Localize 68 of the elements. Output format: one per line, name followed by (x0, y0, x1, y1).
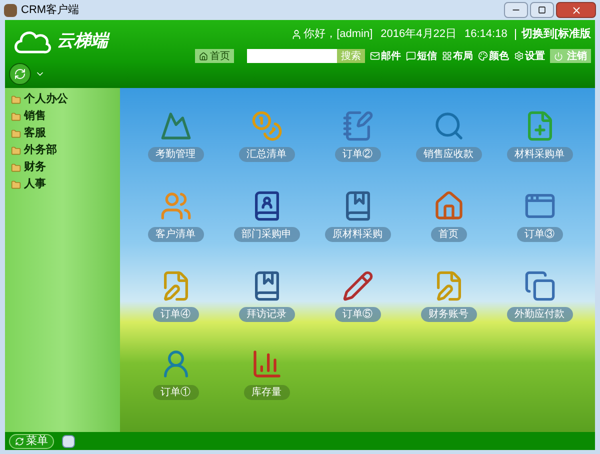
sidebar-item[interactable]: 客服 (5, 125, 120, 142)
sidebar-item[interactable]: 财务 (5, 159, 120, 176)
toolbar-button[interactable]: 颜色 (478, 48, 509, 64)
close-icon (570, 4, 582, 16)
home-button[interactable]: 首页 (195, 49, 234, 63)
folder-icon (11, 180, 21, 190)
folder-icon (11, 146, 21, 156)
search-button[interactable]: 搜索 (337, 49, 365, 63)
shortcut-label[interactable]: 首页 (430, 227, 466, 242)
shortcut-label[interactable]: 考勤管理 (148, 147, 204, 162)
shortcut-label[interactable]: 订单④ (152, 307, 198, 322)
settings-icon (514, 51, 524, 61)
mountain-picture-icon[interactable] (160, 110, 192, 142)
toolbar-button[interactable]: 邮件 (370, 48, 401, 64)
shortcut-label[interactable]: 材料采购单 (506, 147, 572, 162)
shortcut-label[interactable]: 库存量 (244, 385, 290, 400)
bar-chart-icon[interactable] (250, 348, 282, 380)
close-button[interactable] (556, 2, 596, 18)
shortcut-label[interactable]: 原材料采购 (324, 227, 390, 242)
shortcut-label[interactable]: 订单③ (516, 227, 562, 242)
switch-version-link[interactable]: 切换到[标准版 (515, 28, 591, 40)
time-text: 16:14:18 (464, 27, 508, 42)
maximize-icon (538, 6, 546, 14)
shortcut-label[interactable]: 订单① (152, 385, 198, 400)
toolbar-button[interactable]: 布局 (442, 48, 473, 64)
sidebar-item[interactable]: 销售 (5, 108, 120, 125)
mail-icon (370, 51, 380, 61)
shortcut-label[interactable]: 部门采购申 (234, 227, 300, 242)
shortcut-label[interactable]: 汇总清单 (238, 147, 294, 162)
folder-icon (11, 112, 21, 122)
taskbar-app-icon[interactable] (62, 434, 75, 448)
power-icon (554, 52, 563, 60)
folder-icon (11, 162, 21, 172)
user-greeting: 你好，[admin] (304, 27, 373, 42)
refresh-icon (15, 436, 24, 446)
sidebar-item[interactable]: 个人办公 (5, 91, 120, 108)
palette-icon (478, 51, 488, 61)
people-icon[interactable] (160, 190, 192, 222)
sidebar-item[interactable]: 外务部 (5, 142, 120, 159)
window-title: CRM客户端 (21, 2, 80, 18)
shortcut-label[interactable]: 销售应收款 (416, 147, 482, 162)
folder-icon (11, 128, 21, 138)
date-text: 2016年4月22日 (380, 27, 456, 42)
logo-text: 云梯端 (57, 30, 108, 52)
shortcut-label[interactable]: 订单⑤ (334, 307, 380, 322)
user-icon (290, 28, 302, 40)
home-icon (199, 52, 208, 60)
app-icon (4, 4, 17, 16)
toolbar-button[interactable]: 短信 (406, 48, 437, 64)
layout-icon (442, 51, 452, 61)
folder-icon (11, 94, 21, 104)
refresh-button-icon[interactable] (9, 63, 31, 85)
shortcut-label[interactable]: 客户清单 (148, 227, 204, 242)
sidebar-item[interactable]: 人事 (5, 176, 120, 193)
house-icon[interactable] (432, 190, 464, 222)
notebook-pencil-icon[interactable] (342, 110, 374, 142)
shortcut-label[interactable]: 订单② (334, 147, 380, 162)
logout-button[interactable]: 注销 (550, 49, 591, 63)
message-icon (406, 51, 416, 61)
shortcut-label[interactable]: 财务账号 (420, 307, 476, 322)
windows-icon[interactable] (524, 270, 556, 302)
menu-button[interactable]: 菜单 (9, 434, 54, 448)
toolbar-button[interactable]: 设置 (514, 48, 545, 64)
search-field[interactable]: 搜索 (247, 49, 365, 63)
shortcut-label[interactable]: 拜访记录 (238, 307, 294, 322)
maximize-button[interactable] (530, 2, 554, 18)
shortcut-label[interactable]: 外勤应付款 (506, 307, 572, 322)
search-icon[interactable] (432, 110, 464, 142)
